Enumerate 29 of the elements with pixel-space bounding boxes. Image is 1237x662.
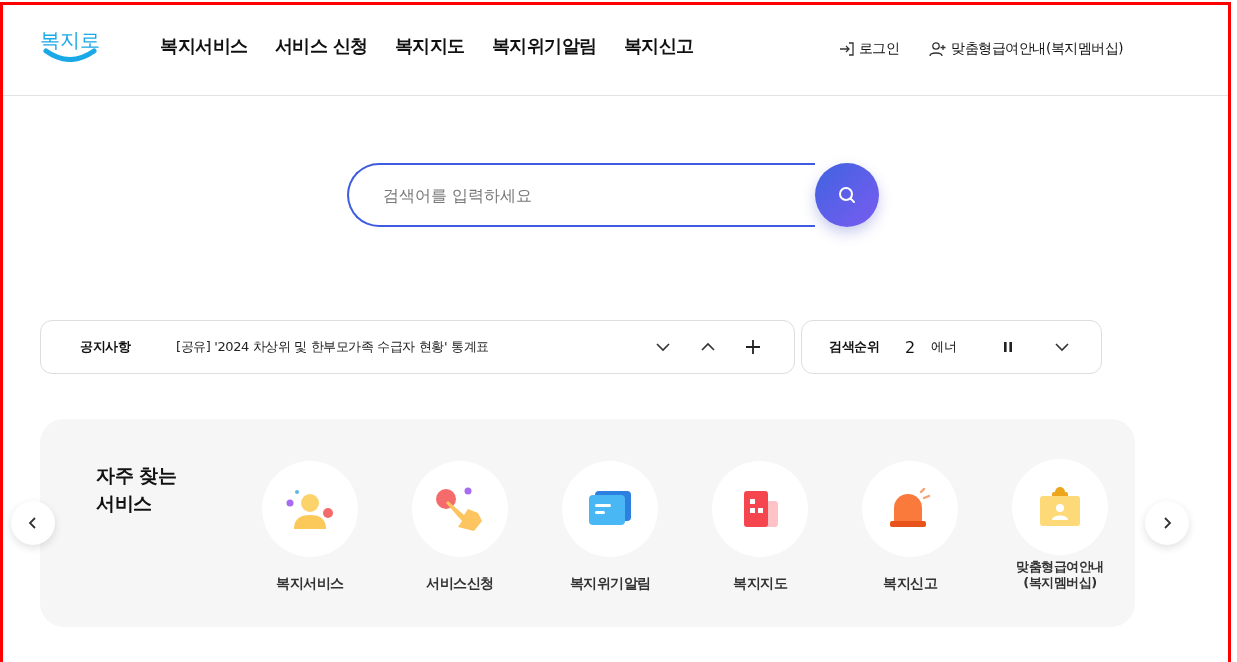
service-label[interactable]: 복지지도: [733, 575, 787, 591]
service-label[interactable]: 복지서비스: [276, 575, 344, 591]
search-icon: [836, 185, 857, 205]
id-badge-icon: [1038, 486, 1082, 528]
service-label[interactable]: 복지신고: [883, 575, 937, 591]
ranking-label: 검색순위: [829, 338, 879, 356]
rank-number: 2: [905, 337, 916, 357]
nav-link[interactable]: 복지지도: [394, 34, 465, 58]
search-field[interactable]: 검색어를 입력하세요: [346, 163, 815, 227]
plus-icon[interactable]: [744, 338, 762, 356]
login-icon: [838, 41, 855, 57]
header-link[interactable]: 로그인: [838, 40, 900, 58]
rank-term[interactable]: 에너: [931, 338, 958, 356]
nav-link[interactable]: 서비스 신청: [274, 34, 368, 58]
notice-label: 공지사항: [80, 338, 130, 356]
service-label[interactable]: 서비스신청: [426, 575, 494, 591]
search-button[interactable]: [814, 163, 879, 227]
user-add-icon: [929, 41, 948, 57]
service-label[interactable]: 맞춤형급여안내 (복지멤버십): [1016, 559, 1104, 591]
nav-link[interactable]: 복지위기알림: [491, 34, 597, 58]
siren-icon: [888, 488, 932, 530]
person-icon: [286, 487, 334, 531]
section-title: 자주 찾는 서비스: [95, 463, 178, 516]
notice-link[interactable]: [공유] '2024 차상위 및 한부모가족 수급자 현황' 통계표: [176, 338, 489, 356]
header-link[interactable]: 맞춤형급여안내(복지멤버십): [929, 40, 1123, 58]
service-label[interactable]: 복지위기알림: [569, 575, 651, 591]
nav-link[interactable]: 복지신고: [623, 34, 694, 58]
nav-link[interactable]: 복지서비스: [160, 34, 248, 58]
hand-pointer-icon: [435, 487, 485, 531]
